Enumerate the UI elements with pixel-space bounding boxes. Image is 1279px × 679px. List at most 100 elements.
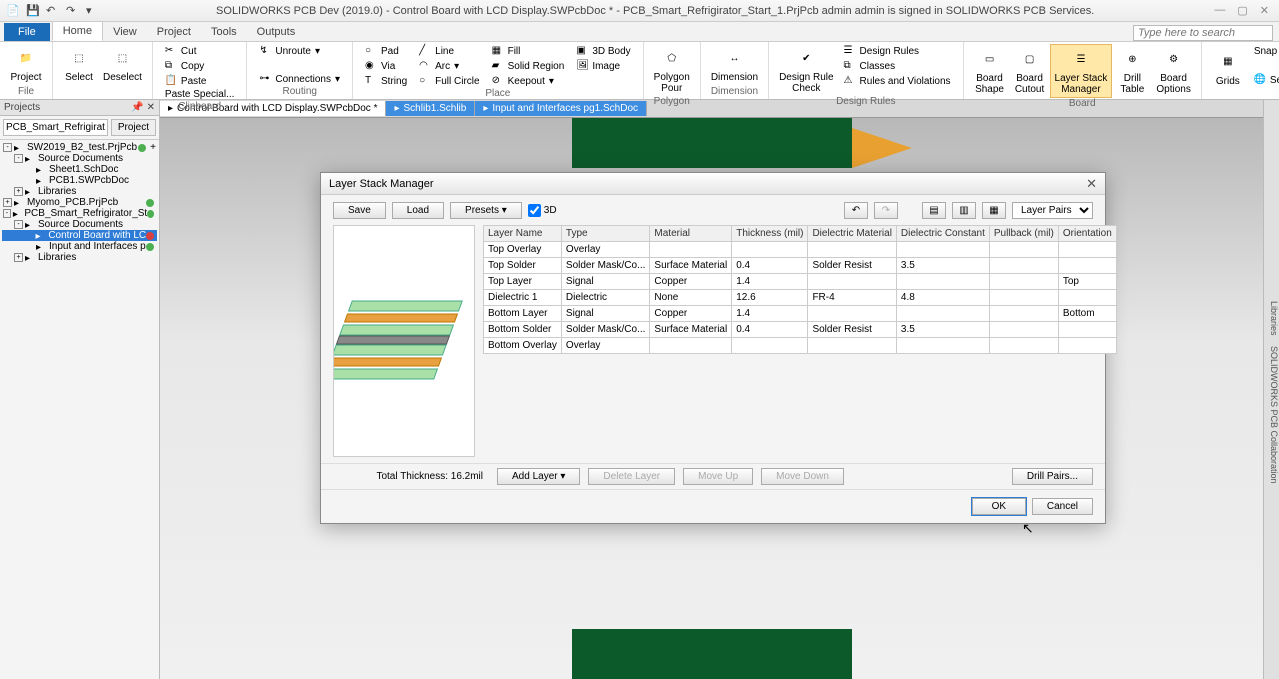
table-cell[interactable]	[650, 338, 732, 354]
table-cell[interactable]	[732, 242, 808, 258]
table-cell[interactable]	[989, 338, 1058, 354]
tree-item[interactable]: -▸SW2019_B2_test.PrjPcb+	[2, 142, 157, 153]
tab-project[interactable]: Project	[147, 23, 201, 41]
tab-home[interactable]: Home	[52, 21, 103, 41]
design-rule-check-button[interactable]: ✔Design Rule Check	[775, 44, 837, 96]
qat-dropdown-icon[interactable]: ▾	[86, 4, 100, 18]
column-header[interactable]: Material	[650, 226, 732, 242]
table-row[interactable]: Top LayerSignalCopper1.4Top	[484, 274, 1117, 290]
maximize-button[interactable]: ▢	[1237, 4, 1247, 17]
grids-button[interactable]: ▦Grids	[1208, 44, 1248, 92]
image-button[interactable]: 🖼Image	[574, 59, 632, 73]
deselect-button[interactable]: ⬚Deselect	[99, 44, 146, 85]
table-cell[interactable]: 4.8	[896, 290, 989, 306]
expand-icon[interactable]: -	[3, 209, 11, 218]
file-tab[interactable]: File	[4, 23, 50, 41]
document-tab[interactable]: ▸Schlib1.Schlib	[386, 101, 475, 116]
classes-button[interactable]: ⧉Classes	[842, 59, 953, 73]
column-header[interactable]: Layer Name	[484, 226, 562, 242]
redo-button[interactable]: ↷	[874, 202, 898, 219]
column-header[interactable]: Thickness (mil)	[732, 226, 808, 242]
tree-item[interactable]: +▸Myomo_PCB.PrjPcb	[2, 197, 157, 208]
copy-button[interactable]: ⧉Copy	[163, 59, 236, 73]
dialog-titlebar[interactable]: Layer Stack Manager ✕	[321, 173, 1105, 195]
table-cell[interactable]	[989, 306, 1058, 322]
table-cell[interactable]: 3.5	[896, 322, 989, 338]
layer-pairs-select[interactable]: Layer Pairs	[1012, 202, 1093, 219]
table-cell[interactable]	[896, 306, 989, 322]
table-cell[interactable]: None	[650, 290, 732, 306]
cut-button[interactable]: ✂Cut	[163, 44, 236, 58]
table-cell[interactable]	[989, 242, 1058, 258]
add-icon[interactable]: +	[150, 142, 156, 153]
save-button[interactable]: Save	[333, 202, 386, 219]
drill-pairs-button[interactable]: Drill Pairs...	[1012, 468, 1093, 485]
tree-item[interactable]: -▸Source Documents	[2, 219, 157, 230]
table-cell[interactable]	[989, 274, 1058, 290]
column-header[interactable]: Type	[561, 226, 649, 242]
table-cell[interactable]: Bottom Layer	[484, 306, 562, 322]
table-cell[interactable]	[1058, 290, 1116, 306]
table-cell[interactable]: Copper	[650, 274, 732, 290]
table-row[interactable]: Bottom OverlayOverlay	[484, 338, 1117, 354]
table-cell[interactable]: Dielectric	[561, 290, 649, 306]
tree-item[interactable]: ▸PCB1.SWPcbDoc	[2, 175, 157, 186]
3d-body-button[interactable]: ▣3D Body	[574, 44, 632, 58]
table-cell[interactable]	[808, 306, 896, 322]
table-cell[interactable]	[989, 258, 1058, 274]
tree-item[interactable]: +▸Libraries	[2, 186, 157, 197]
table-cell[interactable]: 1.4	[732, 274, 808, 290]
undo-icon[interactable]: ↶	[46, 4, 60, 18]
drill-table-button[interactable]: ⊕Drill Table	[1112, 44, 1152, 98]
table-cell[interactable]: Bottom	[1058, 306, 1116, 322]
tab-tools[interactable]: Tools	[201, 23, 247, 41]
set-global-snap-button[interactable]: 🌐Set Global Snap Grid...	[1252, 73, 1279, 87]
table-cell[interactable]: Surface Material	[650, 322, 732, 338]
table-cell[interactable]	[1058, 322, 1116, 338]
tree-item[interactable]: -▸PCB_Smart_Refrigirator_St	[2, 208, 157, 219]
collaboration-tab[interactable]: SOLIDWORKS PCB Collaboration	[1269, 346, 1279, 484]
tree-item[interactable]: ▸Control Board with LC	[2, 230, 157, 241]
violations-button[interactable]: ⚠Rules and Violations	[842, 74, 953, 88]
table-cell[interactable]: Solder Mask/Co...	[561, 322, 649, 338]
table-cell[interactable]	[1058, 258, 1116, 274]
libraries-tab[interactable]: Libraries	[1269, 301, 1279, 336]
tool-button-3[interactable]: ▦	[982, 202, 1006, 219]
layer-stack-table[interactable]: Layer NameTypeMaterialThickness (mil)Die…	[483, 225, 1117, 354]
board-options-button[interactable]: ⚙Board Options	[1152, 44, 1194, 98]
3d-checkbox[interactable]: 3D	[528, 204, 557, 217]
expand-icon[interactable]: -	[14, 220, 23, 229]
connections-button[interactable]: ⊶Connections ▾	[257, 72, 342, 86]
paste-special-button[interactable]: Paste Special...	[163, 88, 236, 101]
table-row[interactable]: Top OverlayOverlay	[484, 242, 1117, 258]
undo-button[interactable]: ↶	[844, 202, 868, 219]
table-row[interactable]: Bottom LayerSignalCopper1.4Bottom	[484, 306, 1117, 322]
table-cell[interactable]	[732, 338, 808, 354]
table-cell[interactable]: 12.6	[732, 290, 808, 306]
column-header[interactable]: Dielectric Constant	[896, 226, 989, 242]
table-cell[interactable]: 0.4	[732, 322, 808, 338]
table-cell[interactable]	[989, 290, 1058, 306]
column-header[interactable]: Dielectric Material	[808, 226, 896, 242]
table-cell[interactable]: Overlay	[561, 242, 649, 258]
table-cell[interactable]: Surface Material	[650, 258, 732, 274]
table-cell[interactable]: Top Layer	[484, 274, 562, 290]
tree-item[interactable]: ▸Sheet1.SchDoc	[2, 164, 157, 175]
board-shape-button[interactable]: ▭Board Shape	[970, 44, 1010, 98]
table-cell[interactable]: Signal	[561, 274, 649, 290]
delete-layer-button[interactable]: Delete Layer	[588, 468, 675, 485]
table-cell[interactable]	[896, 338, 989, 354]
table-cell[interactable]: Copper	[650, 306, 732, 322]
table-cell[interactable]	[989, 322, 1058, 338]
table-cell[interactable]	[808, 338, 896, 354]
table-cell[interactable]	[808, 274, 896, 290]
table-cell[interactable]: Top Overlay	[484, 242, 562, 258]
table-cell[interactable]: Bottom Overlay	[484, 338, 562, 354]
full-circle-button[interactable]: ○Full Circle	[417, 74, 481, 88]
project-dropdown-button[interactable]: Project	[111, 119, 156, 136]
fill-button[interactable]: ▦Fill	[490, 44, 567, 58]
tool-button-1[interactable]: ▤	[922, 202, 946, 219]
layer-stack-manager-button[interactable]: ☰Layer Stack Manager	[1050, 44, 1113, 98]
close-button[interactable]: ✕	[1260, 4, 1269, 17]
table-cell[interactable]	[650, 242, 732, 258]
